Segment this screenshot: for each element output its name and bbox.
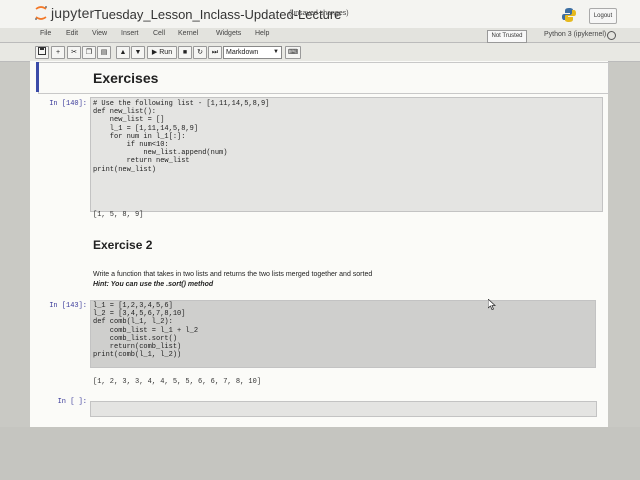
page-background — [0, 427, 640, 480]
input-prompt: In [143]: — [49, 302, 87, 310]
kernel-name: Python 3 (ipykernel) — [544, 31, 607, 38]
input-prompt: In [ ]: — [57, 398, 87, 406]
keyboard-icon: ⌨ — [287, 49, 299, 56]
copy-icon: ❐ — [85, 49, 93, 56]
menu-view[interactable]: View — [92, 30, 107, 37]
menu-kernel[interactable]: Kernel — [178, 30, 198, 37]
arrow-down-icon: ▼ — [134, 49, 142, 56]
menu-insert[interactable]: Insert — [121, 30, 139, 37]
code-text: l_1 = [1,2,3,4,5,6] l_2 = [3,4,5,6,7,8,1… — [93, 302, 199, 360]
menu-help[interactable]: Help — [255, 30, 269, 37]
cell-output: [1, 5, 8, 9] — [93, 211, 144, 219]
save-button[interactable] — [35, 46, 49, 59]
copy-button[interactable]: ❐ — [82, 46, 96, 59]
logout-button[interactable]: Logout — [589, 8, 617, 24]
move-up-button[interactable]: ▲ — [116, 46, 130, 59]
kernel-status-icon — [607, 31, 616, 40]
jupyter-logo[interactable]: jupyter — [34, 5, 94, 21]
run-button[interactable]: ▶ Run — [147, 46, 177, 59]
cell-type-value: Markdown — [226, 49, 259, 56]
menu-file[interactable]: File — [40, 30, 51, 37]
move-down-button[interactable]: ▼ — [131, 46, 145, 59]
arrow-up-icon: ▲ — [119, 49, 127, 56]
fast-forward-icon: ⏭ — [211, 49, 219, 56]
play-icon: ▶ — [151, 49, 158, 56]
save-icon — [38, 47, 46, 55]
restart-icon: ↻ — [197, 49, 203, 56]
empty-code-cell-input[interactable] — [90, 401, 597, 417]
cell-type-select[interactable]: Markdown ▼ — [223, 46, 282, 59]
save-status: (unsaved changes) — [289, 10, 349, 17]
mouse-cursor-icon — [488, 299, 496, 310]
insert-cell-button[interactable]: + — [51, 46, 65, 59]
toolbar — [0, 43, 640, 62]
paste-button[interactable]: ▤ — [97, 46, 111, 59]
paste-icon: ▤ — [100, 49, 108, 56]
jupyter-icon — [35, 6, 47, 20]
menu-widgets[interactable]: Widgets — [216, 30, 241, 37]
run-label: Run — [159, 49, 173, 56]
heading-exercises: Exercises — [93, 70, 159, 86]
trust-indicator-button[interactable]: Not Trusted — [487, 30, 527, 43]
exercise-hint: Hint: You can use the .sort() method — [93, 281, 214, 288]
scissors-icon: ✂ — [71, 49, 77, 56]
input-prompt: In [140]: — [49, 100, 87, 108]
menu-cell[interactable]: Cell — [153, 30, 165, 37]
exercise-description: Write a function that takes in two lists… — [93, 271, 373, 278]
cell-output: [1, 2, 3, 3, 4, 4, 5, 5, 6, 6, 7, 8, 10] — [93, 378, 262, 386]
app-name: jupyter — [51, 5, 95, 21]
chevron-down-icon: ▼ — [273, 49, 279, 55]
code-text: # Use the following list - [1,11,14,5,8,… — [93, 100, 270, 174]
cut-button[interactable]: ✂ — [67, 46, 81, 59]
restart-run-all-button[interactable]: ⏭ — [208, 46, 222, 59]
stop-icon: ■ — [182, 49, 188, 56]
restart-button[interactable]: ↻ — [193, 46, 207, 59]
cell-selection-indicator — [36, 62, 39, 92]
heading-exercise-2: Exercise 2 — [93, 238, 153, 252]
python-logo-icon — [562, 8, 576, 22]
plus-icon: + — [55, 49, 61, 56]
menu-edit[interactable]: Edit — [66, 30, 78, 37]
interrupt-button[interactable]: ■ — [178, 46, 192, 59]
command-palette-button[interactable]: ⌨ — [285, 46, 301, 59]
